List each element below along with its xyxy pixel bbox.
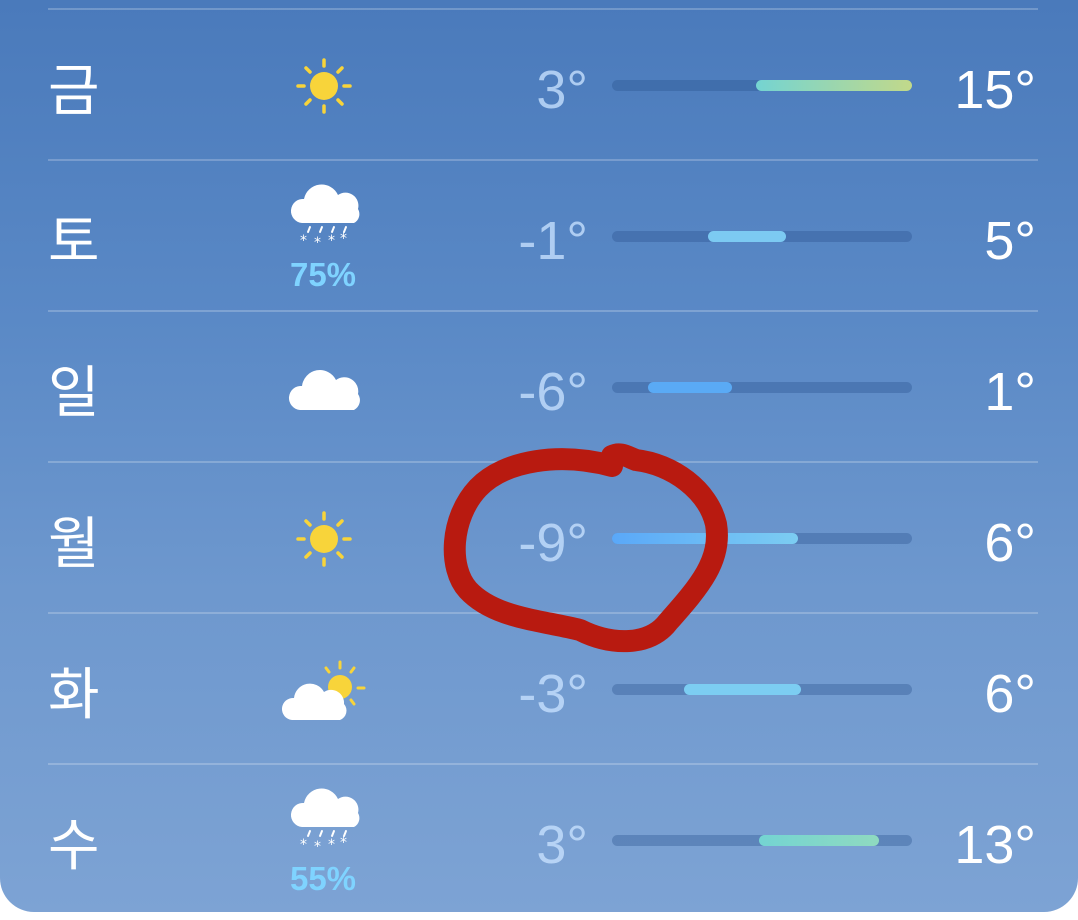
temp-range-fill <box>708 231 786 242</box>
low-temp: 3° <box>536 815 588 875</box>
weekly-forecast-panel: 금 3° 15° 토 * * * * 75% -1° 5° 일 -6° 1° 월… <box>0 0 1078 912</box>
temp-range-bar <box>612 533 912 544</box>
sun-icon <box>280 50 370 122</box>
day-label: 금 <box>48 59 100 124</box>
high-temp: 15° <box>954 60 1036 120</box>
precipitation-chance: 55% <box>289 860 357 897</box>
svg-text:*: * <box>300 233 307 247</box>
forecast-row[interactable]: 일 -6° 1° <box>0 312 1078 463</box>
low-temp: -9° <box>518 513 588 573</box>
high-temp: 6° <box>984 513 1036 573</box>
temp-range-fill <box>684 684 801 695</box>
partly-cloudy-icon <box>280 654 370 726</box>
high-temp: 6° <box>984 664 1036 724</box>
snow-cloud-icon: * * * * <box>280 175 370 251</box>
temp-range-bar <box>612 835 912 846</box>
forecast-row[interactable]: 토 * * * * 75% -1° 5° <box>0 161 1078 312</box>
low-temp: -6° <box>518 362 588 422</box>
temp-range-fill <box>759 835 879 846</box>
temp-range-fill <box>612 533 798 544</box>
forecast-row[interactable]: 월 -9° 6° <box>0 463 1078 614</box>
low-temp: -1° <box>518 211 588 271</box>
svg-text:*: * <box>340 231 347 247</box>
cloud-icon <box>280 352 370 424</box>
precipitation-chance: 75% <box>289 256 357 293</box>
svg-text:*: * <box>314 235 321 247</box>
day-label: 일 <box>48 361 100 426</box>
day-label: 토 <box>48 210 100 275</box>
forecast-row[interactable]: 금 3° 15° <box>0 10 1078 161</box>
temp-range-fill <box>648 382 732 393</box>
temp-range-bar <box>612 80 912 91</box>
svg-text:*: * <box>328 233 335 247</box>
day-label: 화 <box>48 663 100 728</box>
low-temp: 3° <box>536 60 588 120</box>
high-temp: 5° <box>984 211 1036 271</box>
temp-range-fill <box>756 80 912 91</box>
temp-range-bar <box>612 231 912 242</box>
sun-icon <box>280 503 370 575</box>
svg-text:*: * <box>314 839 321 851</box>
low-temp: -3° <box>518 664 588 724</box>
temp-range-bar <box>612 684 912 695</box>
high-temp: 13° <box>954 815 1036 875</box>
temp-range-bar <box>612 382 912 393</box>
forecast-row[interactable]: 화 -3° 6° <box>0 614 1078 765</box>
forecast-row[interactable]: 수 * * * * 55% 3° 13° <box>0 765 1078 912</box>
svg-text:*: * <box>340 835 347 851</box>
svg-text:*: * <box>300 837 307 851</box>
snow-cloud-icon: * * * * <box>280 779 370 855</box>
day-label: 수 <box>48 814 100 879</box>
day-label: 월 <box>48 512 100 577</box>
high-temp: 1° <box>984 362 1036 422</box>
svg-text:*: * <box>328 837 335 851</box>
